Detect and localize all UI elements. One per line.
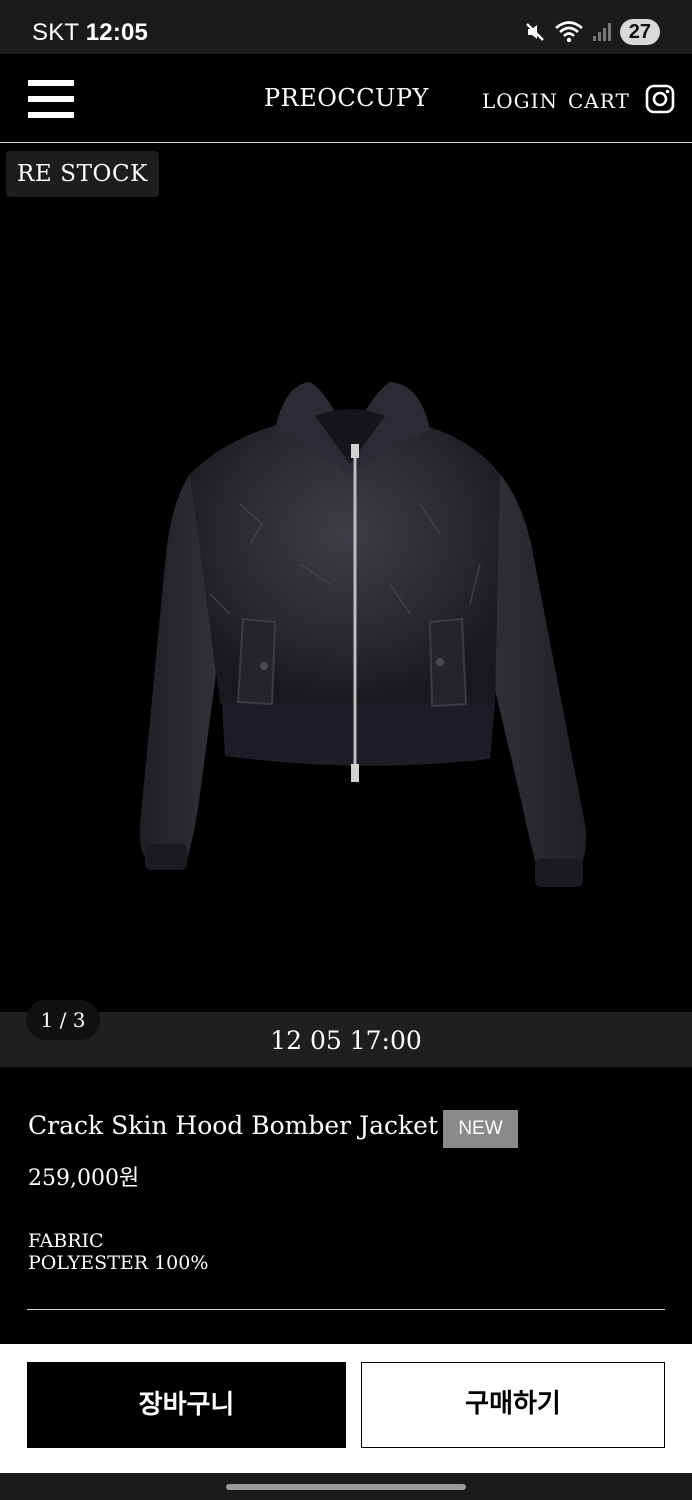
brand-logo[interactable]: PREOCCUPY — [264, 84, 429, 112]
home-indicator[interactable] — [226, 1484, 466, 1490]
cart-link[interactable]: CART — [568, 89, 630, 113]
status-carrier-time: SKT 12:05 — [32, 19, 148, 47]
hamburger-menu-icon[interactable] — [28, 80, 74, 118]
restock-badge: RE STOCK — [6, 151, 159, 197]
clock: 12:05 — [85, 19, 149, 46]
fabric-label: FABRIC — [28, 1230, 104, 1252]
carrier-name: SKT — [32, 19, 79, 46]
login-link[interactable]: LOGIN — [482, 89, 558, 113]
status-bar: SKT 12:05 27 — [0, 0, 692, 54]
jacket-image — [139, 382, 587, 887]
mute-icon — [525, 23, 544, 41]
fabric-value: POLYESTER 100% — [28, 1252, 209, 1274]
product-image[interactable] — [0, 144, 692, 1012]
wifi-icon — [554, 21, 583, 43]
signal-icon — [592, 23, 611, 41]
instagram-icon[interactable] — [645, 84, 675, 114]
product-title: Crack Skin Hood Bomber Jacket — [28, 1111, 438, 1140]
add-to-cart-button[interactable]: 장바구니 — [27, 1362, 346, 1448]
buy-now-button[interactable]: 구매하기 — [361, 1362, 665, 1448]
new-badge: NEW — [443, 1110, 518, 1148]
divider — [27, 1309, 665, 1310]
product-price: 259,000원 — [28, 1166, 140, 1191]
site-header: PREOCCUPY LOGIN CART — [0, 54, 692, 143]
status-icons: 27 — [524, 17, 660, 47]
release-datetime: 12 05 17:00 — [270, 1026, 422, 1055]
battery-level: 27 — [619, 19, 660, 45]
